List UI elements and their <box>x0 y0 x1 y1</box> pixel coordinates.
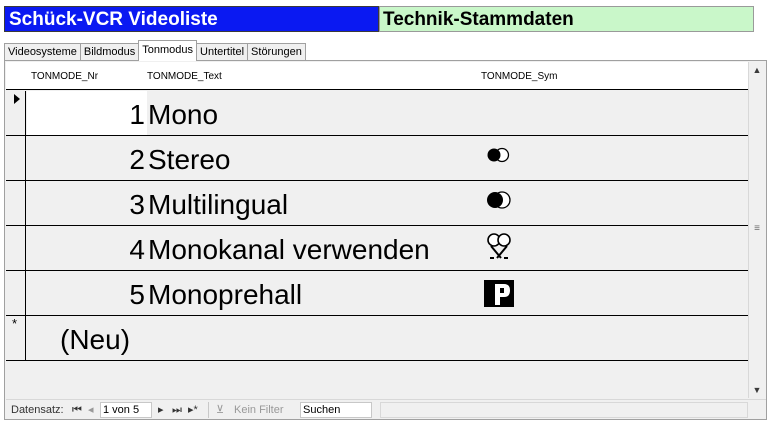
cell-text[interactable]: Monoprehall <box>148 271 478 315</box>
last-record-icon[interactable]: ⏭ <box>172 403 182 417</box>
monoprehall-p-icon <box>484 280 514 307</box>
cell-sym[interactable] <box>482 226 542 270</box>
tab-tonmodus[interactable]: Tonmodus <box>138 40 198 61</box>
tab-untertitel[interactable]: Untertitel <box>196 43 249 61</box>
table-row[interactable]: 1 Mono <box>6 91 748 136</box>
current-record-arrow-icon <box>14 94 20 104</box>
horizontal-scrollbar[interactable] <box>380 402 748 418</box>
cell-nr[interactable]: 3 <box>27 181 147 225</box>
new-record-icon[interactable]: ▸* <box>188 403 198 417</box>
cell-nr[interactable]: 4 <box>27 226 147 270</box>
record-selector[interactable]: * <box>6 316 26 360</box>
cell-text[interactable]: Stereo <box>148 136 478 180</box>
monochannel-icon <box>487 233 511 259</box>
record-label: Datensatz: <box>11 404 64 416</box>
column-header-text[interactable]: TONMODE_Text <box>147 71 222 82</box>
record-selector[interactable] <box>6 226 26 270</box>
cell-nr[interactable]: 1 <box>27 91 147 135</box>
cell-sym[interactable] <box>482 91 542 135</box>
datasheet-panel: TONMODE_Nr TONMODE_Text TONMODE_Sym 1 Mo… <box>4 60 767 420</box>
scroll-down-icon[interactable]: ▼ <box>749 382 765 398</box>
previous-record-icon[interactable]: ◂ <box>88 403 94 417</box>
record-selector[interactable] <box>6 271 26 315</box>
new-record-marker: * <box>12 316 18 331</box>
record-selector[interactable] <box>6 136 26 180</box>
search-input[interactable]: Suchen <box>300 402 372 418</box>
new-record-row[interactable]: * (Neu) <box>6 316 748 361</box>
cell-nr[interactable]: 5 <box>27 271 147 315</box>
record-position-field[interactable]: 1 von 5 <box>100 402 152 418</box>
cell-sym[interactable] <box>482 181 542 225</box>
cell-text[interactable]: Mono <box>148 91 478 135</box>
cell-sym[interactable] <box>482 136 542 180</box>
cell-sym[interactable] <box>482 271 542 315</box>
cell-nr[interactable]: 2 <box>27 136 147 180</box>
cell-text[interactable]: Multilingual <box>148 181 478 225</box>
table-row[interactable]: 2 Stereo <box>6 136 748 181</box>
scroll-up-icon[interactable]: ▲ <box>749 62 765 78</box>
tab-bildmodus[interactable]: Bildmodus <box>79 43 140 61</box>
filter-icon[interactable]: ⊻ <box>216 403 224 417</box>
filter-status[interactable]: Kein Filter <box>234 403 284 417</box>
table-row[interactable]: 4 Monokanal verwenden <box>6 226 748 271</box>
first-record-icon[interactable]: ⏮ <box>72 403 82 417</box>
new-record-label: (Neu) <box>60 324 131 355</box>
tab-videosysteme[interactable]: Videosysteme <box>4 43 81 61</box>
cell-text[interactable]: Monokanal verwenden <box>148 226 478 270</box>
tab-stoerungen[interactable]: Störungen <box>247 43 306 61</box>
vertical-scrollbar[interactable]: ▲ ≡ ▼ <box>748 62 765 398</box>
record-selector[interactable] <box>6 91 26 135</box>
column-header-sym[interactable]: TONMODE_Sym <box>481 71 558 82</box>
column-header-row: TONMODE_Nr TONMODE_Text TONMODE_Sym <box>6 62 748 90</box>
record-selector[interactable] <box>6 181 26 225</box>
table-row[interactable]: 3 Multilingual <box>6 181 748 226</box>
record-navigation-bar: Datensatz: ⏮ ◂ 1 von 5 ▸ ⏭ ▸* ⊻ Kein Fil… <box>6 399 766 419</box>
stereo-circles-icon <box>487 147 510 163</box>
multilingual-circles-icon <box>487 191 511 209</box>
column-header-nr[interactable]: TONMODE_Nr <box>31 71 98 82</box>
scroll-grip-icon[interactable]: ≡ <box>751 224 763 234</box>
section-title: Technik-Stammdaten <box>379 6 754 32</box>
table-row[interactable]: 5 Monoprehall <box>6 271 748 316</box>
next-record-icon[interactable]: ▸ <box>158 403 164 417</box>
nav-separator <box>208 402 209 418</box>
app-title: Schück-VCR Videoliste <box>4 6 379 32</box>
tab-strip: Videosysteme Bildmodus Tonmodus Untertit… <box>4 40 306 61</box>
